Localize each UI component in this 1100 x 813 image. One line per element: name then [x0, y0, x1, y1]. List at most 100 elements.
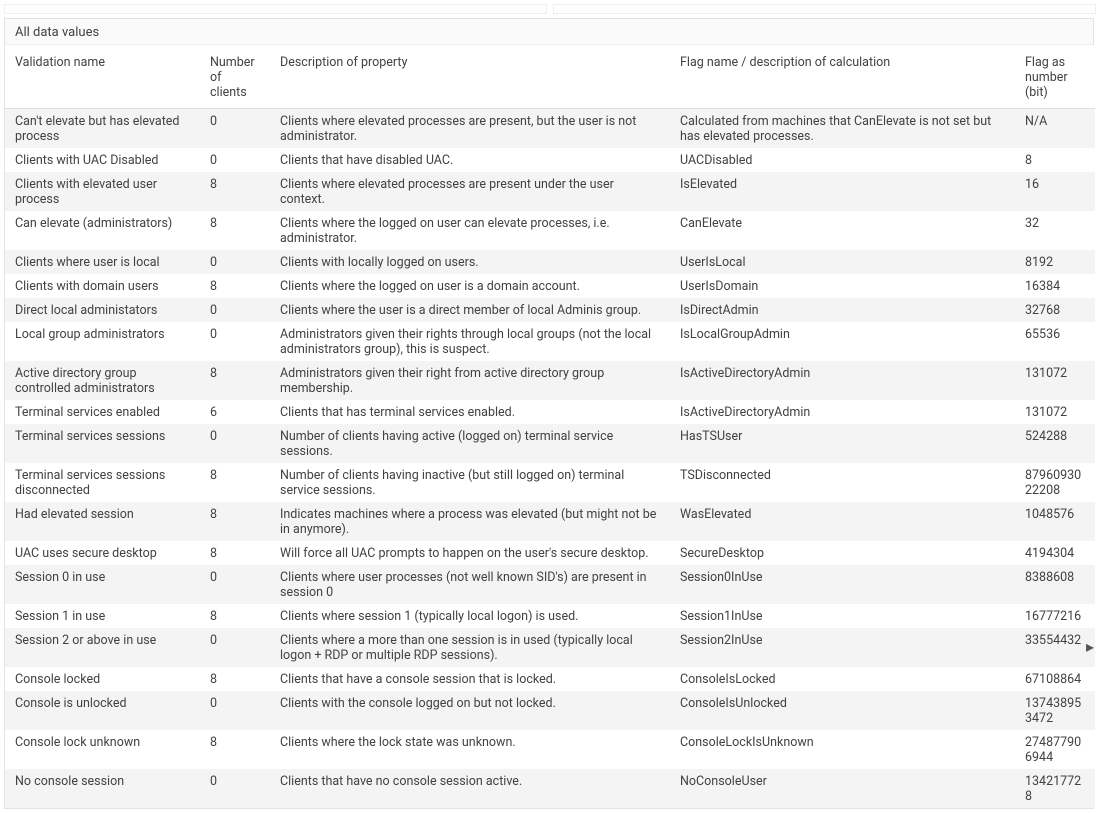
- table-row[interactable]: Console locked8Clients that have a conso…: [5, 667, 1095, 691]
- client-count-cell: 0: [200, 298, 270, 322]
- client-count-cell: 8: [200, 361, 270, 400]
- flag-name-cell: UserIsDomain: [670, 274, 1015, 298]
- description-cell: Indicates machines where a process was e…: [270, 502, 670, 541]
- table-row[interactable]: Local group administrators0Administrator…: [5, 322, 1095, 361]
- table-header-row: Validation name Number of clients Descri…: [5, 45, 1095, 109]
- client-count-cell: 8: [200, 667, 270, 691]
- description-cell: Clients where the logged on user is a do…: [270, 274, 670, 298]
- client-count-cell: 8: [200, 730, 270, 769]
- client-count-cell: 8: [200, 463, 270, 502]
- flag-bits-cell: 16777216: [1015, 604, 1095, 628]
- description-cell: Clients where the logged on user can ele…: [270, 211, 670, 250]
- description-cell: Administrators given their rights throug…: [270, 322, 670, 361]
- flag-bits-cell: 67108864: [1015, 667, 1095, 691]
- flag-bits-cell: 131072: [1015, 400, 1095, 424]
- table-row[interactable]: UAC uses secure desktop8Will force all U…: [5, 541, 1095, 565]
- client-count-cell: 0: [200, 628, 270, 667]
- table-row[interactable]: Session 1 in use8Clients where session 1…: [5, 604, 1095, 628]
- col-header-client-count[interactable]: Number of clients: [200, 45, 270, 109]
- flag-name-cell: IsLocalGroupAdmin: [670, 322, 1015, 361]
- description-cell: Clients that have disabled UAC.: [270, 148, 670, 172]
- flag-bits-cell: 1048576: [1015, 502, 1095, 541]
- client-count-cell: 8: [200, 502, 270, 541]
- client-count-cell: 0: [200, 691, 270, 730]
- description-cell: Administrators given their right from ac…: [270, 361, 670, 400]
- client-count-cell: 8: [200, 172, 270, 211]
- col-header-flag-name[interactable]: Flag name / description of calculation: [670, 45, 1015, 109]
- table-row[interactable]: Direct local administators0Clients where…: [5, 298, 1095, 322]
- table-row[interactable]: No console session0Clients that have no …: [5, 769, 1095, 808]
- table-row[interactable]: Session 2 or above in use0Clients where …: [5, 628, 1095, 667]
- validation-name-cell: Session 2 or above in use: [5, 628, 200, 667]
- flag-name-cell: Session1InUse: [670, 604, 1015, 628]
- flag-name-cell: CanElevate: [670, 211, 1015, 250]
- description-cell: Clients where a more than one session is…: [270, 628, 670, 667]
- validation-name-cell: Terminal services sessions: [5, 424, 200, 463]
- validation-name-cell: Clients where user is local: [5, 250, 200, 274]
- validation-name-cell: Active directory group controlled admini…: [5, 361, 200, 400]
- table-row[interactable]: Can't elevate but has elevated process0C…: [5, 109, 1095, 149]
- client-count-cell: 0: [200, 565, 270, 604]
- flag-bits-cell: 524288: [1015, 424, 1095, 463]
- client-count-cell: 6: [200, 400, 270, 424]
- flag-bits-cell: 65536: [1015, 322, 1095, 361]
- table-row[interactable]: Clients with UAC Disabled0Clients that h…: [5, 148, 1095, 172]
- validation-name-cell: Clients with elevated user process: [5, 172, 200, 211]
- table-row[interactable]: Can elevate (administrators)8Clients whe…: [5, 211, 1095, 250]
- description-cell: Clients where session 1 (typically local…: [270, 604, 670, 628]
- description-cell: Clients where elevated processes are pre…: [270, 172, 670, 211]
- flag-bits-cell: 274877906944: [1015, 730, 1095, 769]
- flag-bits-cell: N/A: [1015, 109, 1095, 149]
- table-row[interactable]: Had elevated session8Indicates machines …: [5, 502, 1095, 541]
- flag-bits-cell: 8: [1015, 148, 1095, 172]
- table-row[interactable]: Terminal services enabled6Clients that h…: [5, 400, 1095, 424]
- validation-name-cell: Direct local administators: [5, 298, 200, 322]
- flag-bits-cell: 33554432: [1015, 628, 1095, 667]
- description-cell: Will force all UAC prompts to happen on …: [270, 541, 670, 565]
- client-count-cell: 0: [200, 250, 270, 274]
- table-row[interactable]: Terminal services sessions0Number of cli…: [5, 424, 1095, 463]
- previous-panel-footer: [4, 4, 1096, 14]
- description-cell: Number of clients having active (logged …: [270, 424, 670, 463]
- validation-name-cell: Session 0 in use: [5, 565, 200, 604]
- table-row[interactable]: Clients with elevated user process8Clien…: [5, 172, 1095, 211]
- client-count-cell: 0: [200, 148, 270, 172]
- validation-name-cell: Terminal services enabled: [5, 400, 200, 424]
- table-row[interactable]: Console is unlocked0Clients with the con…: [5, 691, 1095, 730]
- col-header-flag-bits[interactable]: Flag as number (bit): [1015, 45, 1095, 109]
- table-row[interactable]: Console lock unknown8Clients where the l…: [5, 730, 1095, 769]
- validation-name-cell: UAC uses secure desktop: [5, 541, 200, 565]
- validation-name-cell: Had elevated session: [5, 502, 200, 541]
- flag-name-cell: Session0InUse: [670, 565, 1015, 604]
- flag-name-cell: NoConsoleUser: [670, 769, 1015, 808]
- flag-bits-cell: 134217728: [1015, 769, 1095, 808]
- client-count-cell: 8: [200, 274, 270, 298]
- validation-name-cell: Local group administrators: [5, 322, 200, 361]
- table-row[interactable]: Clients where user is local0Clients with…: [5, 250, 1095, 274]
- table-row[interactable]: Active directory group controlled admini…: [5, 361, 1095, 400]
- flag-bits-cell: 16: [1015, 172, 1095, 211]
- description-cell: Clients that has terminal services enabl…: [270, 400, 670, 424]
- validation-name-cell: Console is unlocked: [5, 691, 200, 730]
- table-row[interactable]: Clients with domain users8Clients where …: [5, 274, 1095, 298]
- col-header-validation-name[interactable]: Validation name: [5, 45, 200, 109]
- flag-bits-cell: 137438953472: [1015, 691, 1095, 730]
- flag-bits-cell: 8796093022208: [1015, 463, 1095, 502]
- table-row[interactable]: Terminal services sessions disconnected8…: [5, 463, 1095, 502]
- data-values-table: Validation name Number of clients Descri…: [5, 45, 1095, 808]
- client-count-cell: 0: [200, 424, 270, 463]
- client-count-cell: 8: [200, 541, 270, 565]
- flag-name-cell: WasElevated: [670, 502, 1015, 541]
- client-count-cell: 0: [200, 322, 270, 361]
- flag-name-cell: UACDisabled: [670, 148, 1015, 172]
- flag-name-cell: ConsoleIsUnlocked: [670, 691, 1015, 730]
- flag-name-cell: Session2InUse: [670, 628, 1015, 667]
- col-header-description[interactable]: Description of property: [270, 45, 670, 109]
- validation-name-cell: Clients with domain users: [5, 274, 200, 298]
- flag-name-cell: ConsoleLockIsUnknown: [670, 730, 1015, 769]
- flag-bits-cell: 8192: [1015, 250, 1095, 274]
- description-cell: Clients that have no console session act…: [270, 769, 670, 808]
- table-row[interactable]: Session 0 in use0Clients where user proc…: [5, 565, 1095, 604]
- validation-name-cell: Session 1 in use: [5, 604, 200, 628]
- flag-name-cell: IsElevated: [670, 172, 1015, 211]
